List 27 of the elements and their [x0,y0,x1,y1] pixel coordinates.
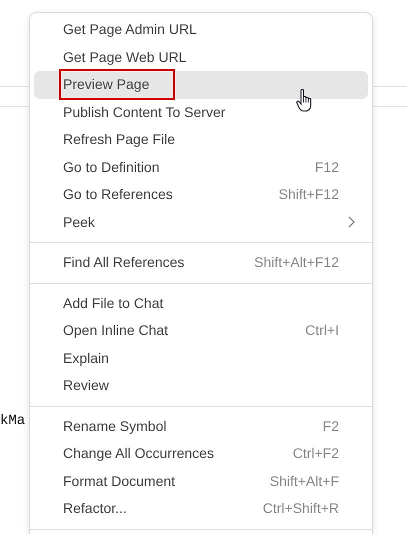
menu-item[interactable]: Preview Page [34,71,368,98]
shortcut-text: F12 [314,158,339,177]
shortcut-text: Ctrl+I [305,321,339,340]
menu-item[interactable]: Publish Content To Server [34,98,368,126]
menu-item[interactable]: Peek [34,208,368,236]
menu-item[interactable]: Get Page Admin URL [34,16,368,44]
menu-item[interactable]: Refactor... Ctrl+Shift+R [34,495,368,522]
menu-item[interactable]: Add File to Chat [34,290,368,317]
menu-item[interactable]: Format Document Shift+Alt+F [34,468,368,495]
code-text: kMa [0,412,26,431]
shortcut-text: Shift+F12 [278,185,339,204]
menu-item[interactable]: Open Inline Chat Ctrl+I [34,317,368,344]
shortcut-text: Ctrl+Shift+R [262,499,339,518]
menu-item[interactable]: Go to Definition F12 [34,154,368,181]
menu-item[interactable]: Change All Occurrences Ctrl+F2 [34,440,368,468]
hand-cursor-icon [296,88,314,113]
menu-item[interactable]: Refresh Page File [34,126,368,154]
menu-item[interactable]: Find All References Shift+Alt+F12 [34,249,368,276]
shortcut-text: Shift+Alt+F12 [254,253,339,272]
menu-item[interactable]: Rename Symbol F2 [34,412,368,440]
shortcut-text: Shift+Alt+F [270,472,339,491]
shortcut-text: F2 [322,416,339,436]
menu-item[interactable]: Go to References Shift+F12 [34,181,368,208]
menu-item[interactable]: Explain [34,344,368,372]
shortcut-text: Ctrl+F2 [292,444,339,464]
menu-item[interactable]: Review [34,372,368,400]
menu-item[interactable]: Get Page Web URL [34,44,368,71]
